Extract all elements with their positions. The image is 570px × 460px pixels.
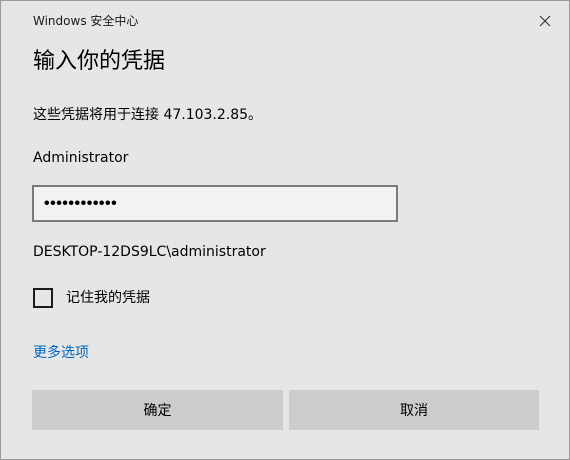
password-field[interactable]: •••••••••••• — [32, 185, 398, 222]
password-value: •••••••••••• — [44, 195, 118, 212]
connection-message: 这些凭据将用于连接 47.103.2.85。 — [33, 107, 263, 123]
close-icon — [539, 15, 551, 27]
more-options-link[interactable]: 更多选项 — [33, 343, 89, 363]
title-bar: Windows 安全中心 — [1, 1, 569, 41]
username-label: Administrator — [33, 150, 129, 166]
ok-button[interactable]: 确定 — [32, 390, 283, 430]
close-button[interactable] — [521, 1, 569, 41]
account-domain-text: DESKTOP-12DS9LC\administrator — [33, 244, 266, 260]
remember-credentials-option[interactable]: 记住我的凭据 — [33, 286, 150, 310]
remember-checkbox[interactable] — [33, 288, 53, 308]
app-title: Windows 安全中心 — [33, 14, 139, 28]
credential-dialog: Windows 安全中心 输入你的凭据 这些凭据将用于连接 47.103.2.8… — [0, 0, 570, 460]
remember-label: 记住我的凭据 — [66, 290, 150, 306]
dialog-heading: 输入你的凭据 — [33, 49, 166, 74]
cancel-button[interactable]: 取消 — [289, 390, 539, 430]
